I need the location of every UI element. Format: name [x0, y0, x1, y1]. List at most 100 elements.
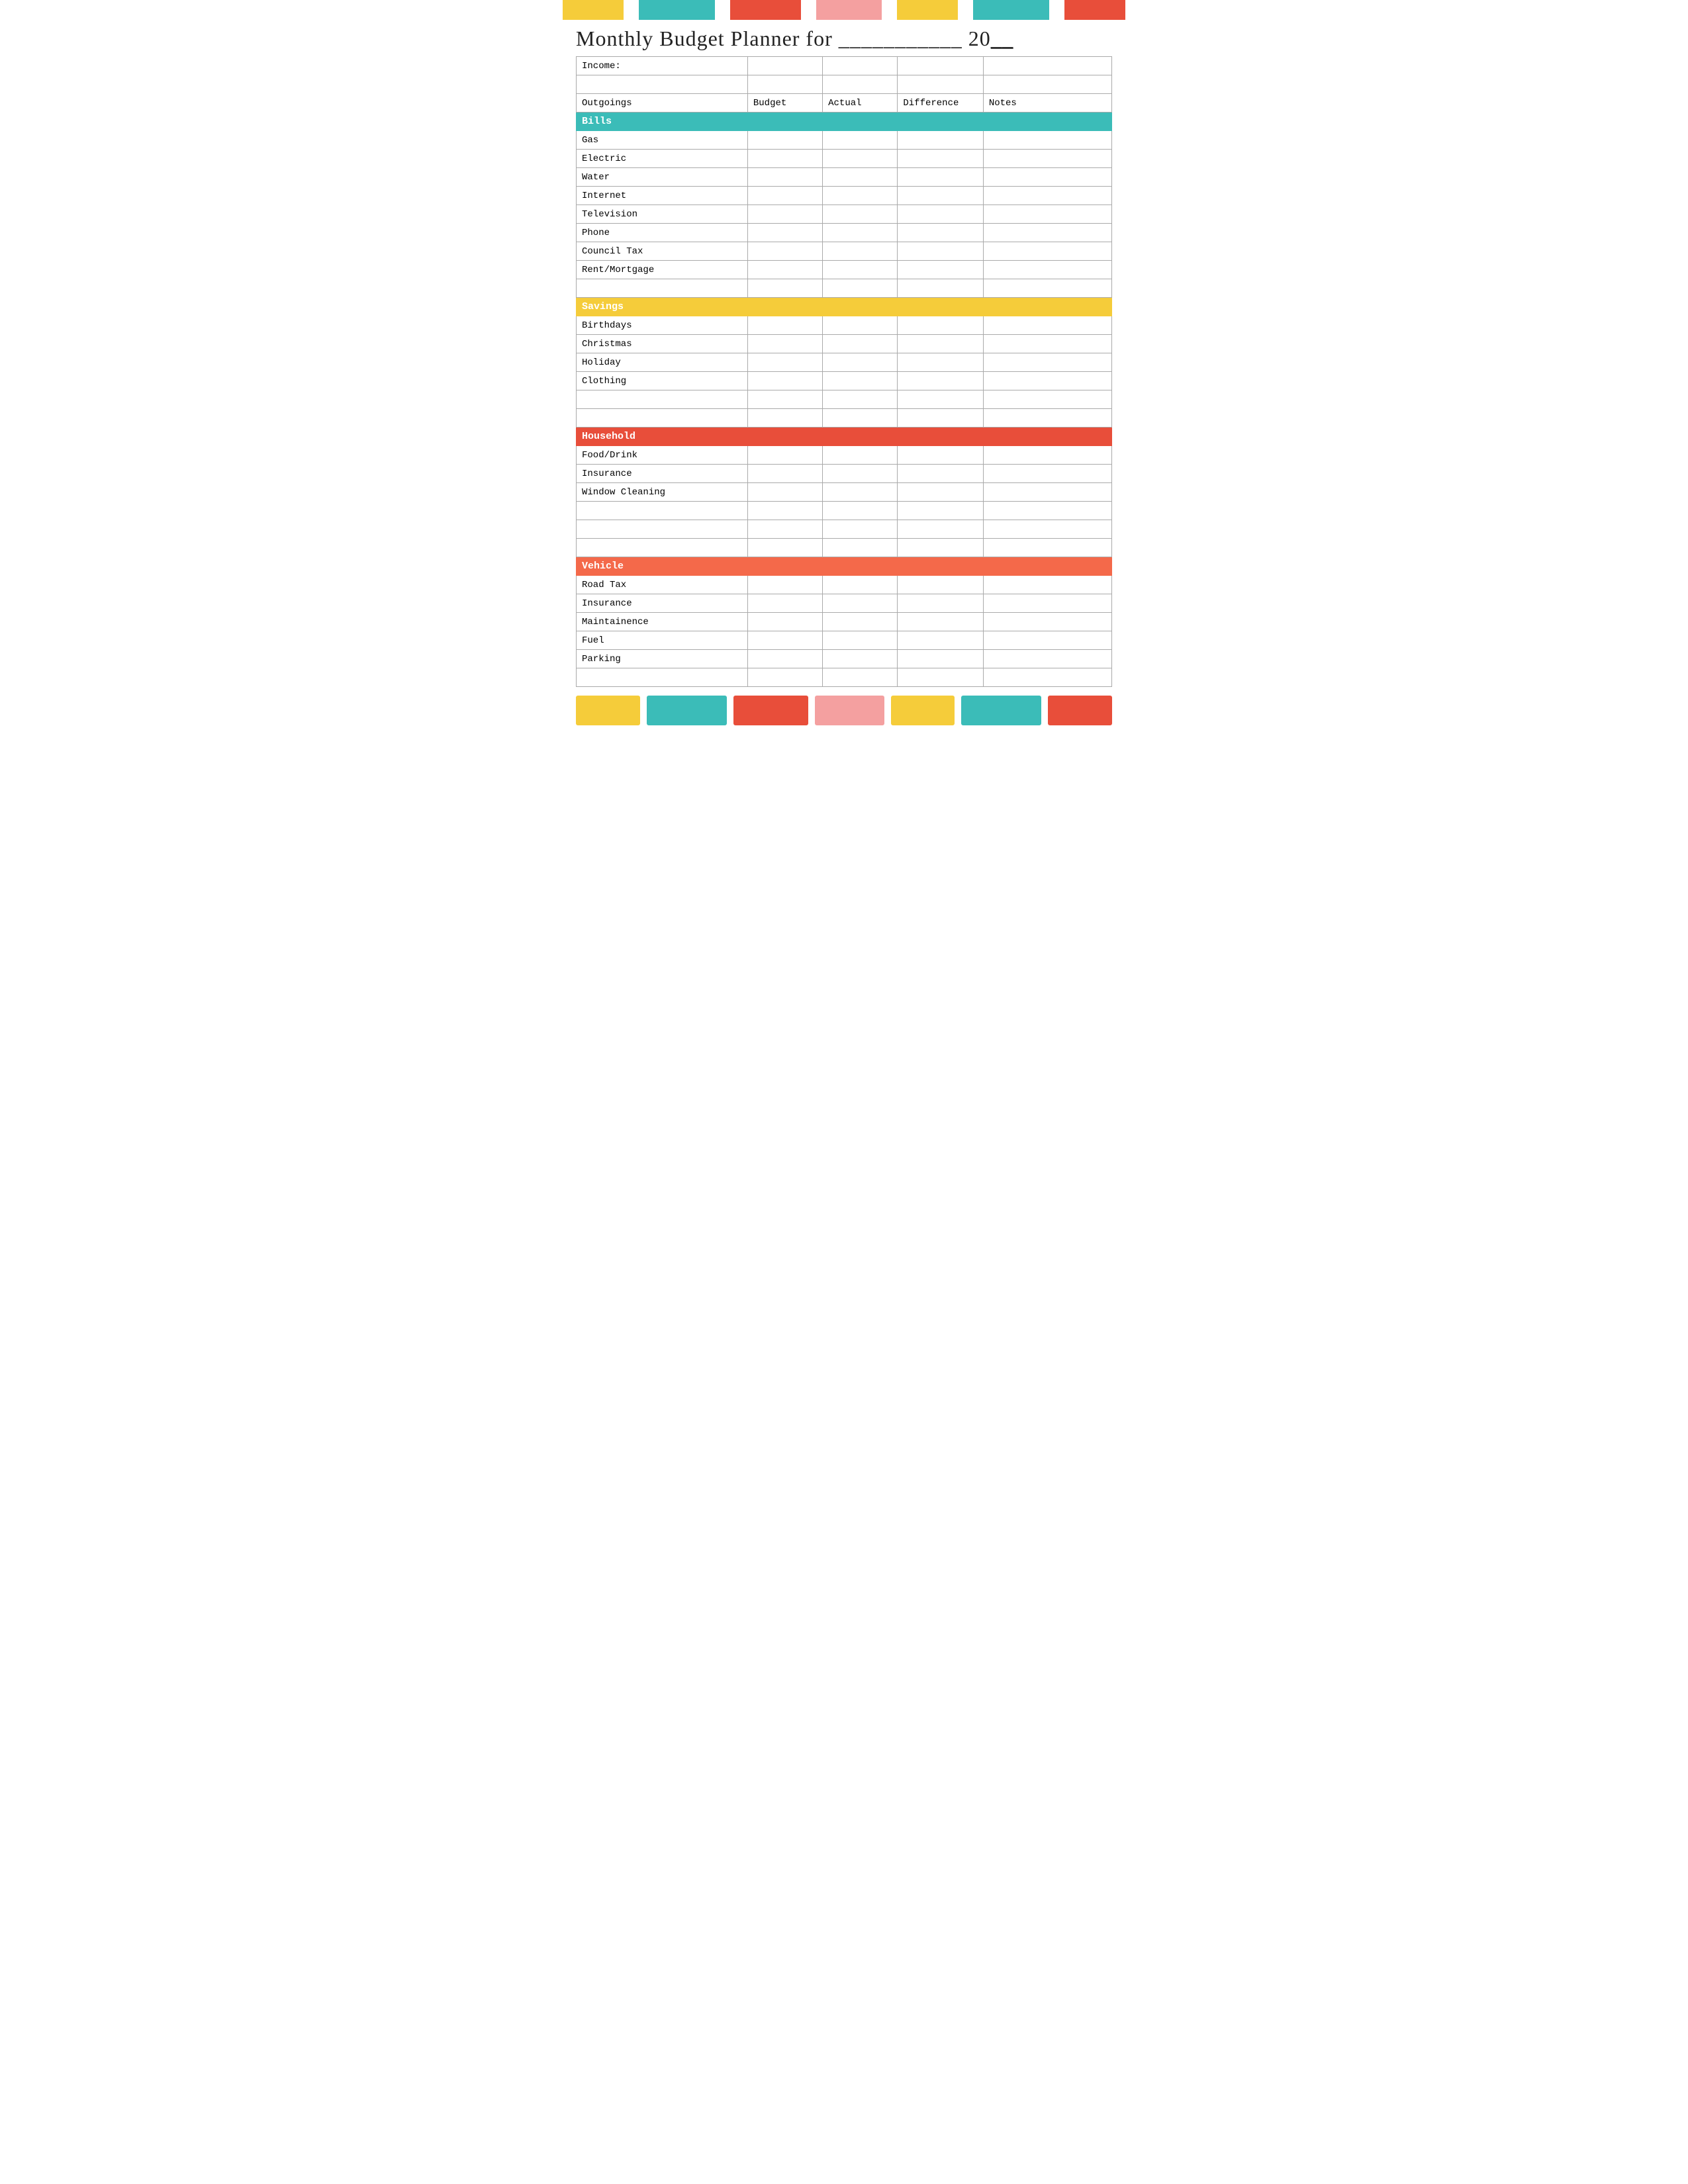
- column-headers: Outgoings Budget Actual Difference Notes: [577, 94, 1112, 113]
- table-row: [577, 390, 1112, 409]
- title-text: Monthly Budget Planner for: [576, 26, 839, 50]
- row-cell: [898, 539, 983, 557]
- bottom-color-bar: [563, 692, 1125, 729]
- table-row: Fuel: [577, 631, 1112, 650]
- row-cell: [747, 613, 822, 631]
- row-cell: [983, 668, 1111, 687]
- table-row: [577, 520, 1112, 539]
- row-cell: [983, 631, 1111, 650]
- row-cell: [747, 261, 822, 279]
- row-cell: [747, 539, 822, 557]
- row-cell: [983, 390, 1111, 409]
- section-header-bills: Bills: [577, 113, 1112, 131]
- row-cell: [983, 650, 1111, 668]
- row-cell: [823, 483, 898, 502]
- row-cell: [983, 483, 1111, 502]
- table-row: [577, 409, 1112, 428]
- row-cell: [983, 576, 1111, 594]
- row-cell: [983, 372, 1111, 390]
- row-cell: [983, 150, 1111, 168]
- row-cell: [823, 335, 898, 353]
- table-row: Christmas: [577, 335, 1112, 353]
- row-label: Water: [577, 168, 748, 187]
- row-cell: [823, 502, 898, 520]
- table-row: Window Cleaning: [577, 483, 1112, 502]
- row-cell: [898, 483, 983, 502]
- top-bar-segment: [801, 0, 816, 20]
- row-cell: [747, 650, 822, 668]
- row-cell: [823, 187, 898, 205]
- table-row: Electric: [577, 150, 1112, 168]
- row-cell: [898, 409, 983, 428]
- section-label: Savings: [577, 298, 1112, 316]
- row-label: Internet: [577, 187, 748, 205]
- row-cell: [823, 650, 898, 668]
- row-cell: [747, 242, 822, 261]
- bottom-bar-block: [815, 696, 884, 725]
- row-cell: [898, 613, 983, 631]
- row-cell: [898, 372, 983, 390]
- row-label: [577, 539, 748, 557]
- title-year: 20: [962, 26, 991, 50]
- table-row: Birthdays: [577, 316, 1112, 335]
- row-cell: [747, 409, 822, 428]
- row-cell: [983, 520, 1111, 539]
- row-cell: [747, 224, 822, 242]
- row-cell: [983, 409, 1111, 428]
- row-cell: [823, 668, 898, 687]
- row-label: Road Tax: [577, 576, 748, 594]
- row-cell: [747, 520, 822, 539]
- row-label: [577, 409, 748, 428]
- row-cell: [898, 668, 983, 687]
- row-cell: [898, 168, 983, 187]
- top-bar-segment: [882, 0, 897, 20]
- top-bar-segment: [730, 0, 801, 20]
- row-cell: [747, 465, 822, 483]
- top-bar-segment: [715, 0, 730, 20]
- row-cell: [747, 631, 822, 650]
- row-label: Television: [577, 205, 748, 224]
- row-cell: [823, 520, 898, 539]
- income-row: Income:: [577, 57, 1112, 75]
- row-cell: [898, 335, 983, 353]
- top-bar-segment: [958, 0, 973, 20]
- section-label: Bills: [577, 113, 1112, 131]
- row-cell: [747, 668, 822, 687]
- row-cell: [747, 279, 822, 298]
- row-cell: [747, 353, 822, 372]
- row-cell: [898, 279, 983, 298]
- row-cell: [898, 316, 983, 335]
- section-header-savings: Savings: [577, 298, 1112, 316]
- row-cell: [898, 261, 983, 279]
- row-cell: [823, 409, 898, 428]
- row-label: Insurance: [577, 594, 748, 613]
- income-label: Income:: [577, 57, 748, 75]
- row-cell: [983, 446, 1111, 465]
- table-row: Rent/Mortgage: [577, 261, 1112, 279]
- row-cell: [747, 131, 822, 150]
- table-row: Insurance: [577, 594, 1112, 613]
- table-row: Water: [577, 168, 1112, 187]
- table-row: Gas: [577, 131, 1112, 150]
- row-cell: [747, 576, 822, 594]
- row-label: Birthdays: [577, 316, 748, 335]
- table-row: [577, 539, 1112, 557]
- row-cell: [983, 187, 1111, 205]
- row-label: Electric: [577, 150, 748, 168]
- row-cell: [823, 576, 898, 594]
- bottom-bar-block: [733, 696, 808, 725]
- row-label: Rent/Mortgage: [577, 261, 748, 279]
- row-cell: [898, 131, 983, 150]
- row-cell: [983, 242, 1111, 261]
- row-cell: [823, 261, 898, 279]
- row-cell: [823, 465, 898, 483]
- row-cell: [983, 205, 1111, 224]
- table-row: Council Tax: [577, 242, 1112, 261]
- row-cell: [898, 576, 983, 594]
- row-cell: [823, 168, 898, 187]
- row-cell: [823, 372, 898, 390]
- top-bar-segment: [624, 0, 639, 20]
- row-cell: [747, 390, 822, 409]
- page: Monthly Budget Planner for ___________ 2…: [563, 0, 1125, 729]
- row-cell: [823, 390, 898, 409]
